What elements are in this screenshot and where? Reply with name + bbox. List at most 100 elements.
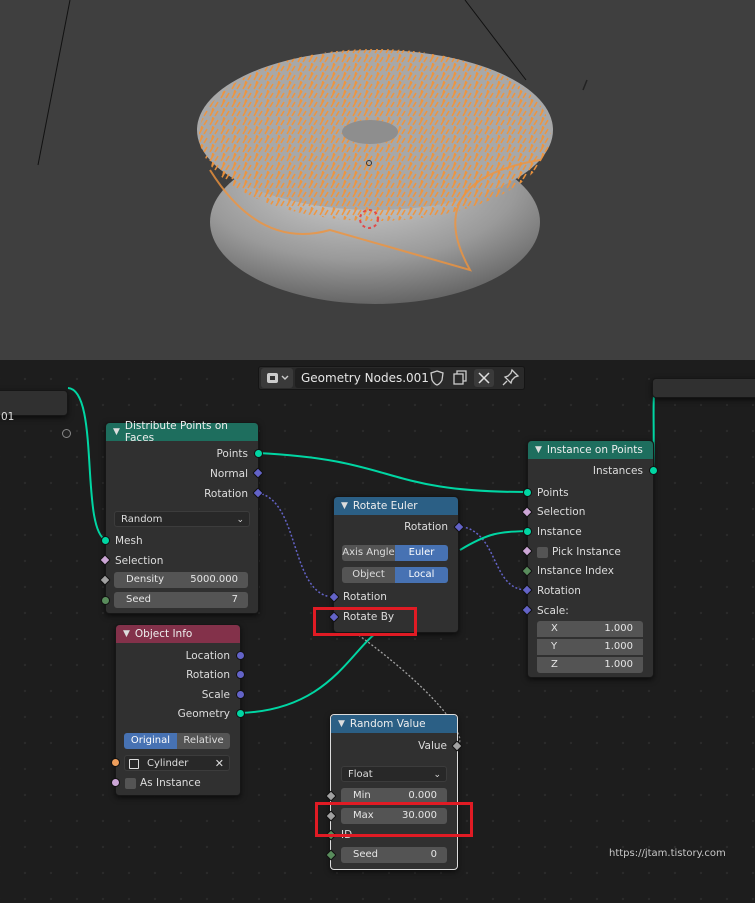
scale-z-value: 1.000 [604,659,633,670]
object-square-icon [129,759,139,769]
output-geometry-label: Geometry [177,708,230,720]
highlight-max [315,802,473,837]
node-tree-icon[interactable] [261,368,293,388]
data-type-dropdown[interactable]: Float ⌄ [341,766,447,782]
original-button[interactable]: Original [124,733,177,749]
rotate-space-toggle[interactable]: Object Local [342,567,448,583]
density-label: Density [126,574,165,585]
checkbox-icon[interactable] [537,546,548,558]
space-object-button[interactable]: Object [342,567,395,583]
instance-on-points-node[interactable]: ▼ Instance on Points Instances Points Se… [527,440,654,678]
output-location-label: Location [185,650,230,662]
scale-x-value: 1.000 [604,623,633,634]
density-field[interactable]: Density 5000.000 [114,572,248,588]
collapse-chevron-icon[interactable]: ▼ [341,501,348,511]
close-icon[interactable] [474,369,494,387]
socket-rotation-out[interactable] [236,670,245,679]
collapse-chevron-icon[interactable]: ▼ [113,427,120,437]
rotate-euler-title[interactable]: ▼ Rotate Euler [334,497,458,515]
link-object-geometry [239,629,381,714]
output-rotation-label: Rotation [404,521,448,533]
watermark-text: https://jtam.tistory.com [609,848,726,859]
scale-x-field[interactable]: X 1.000 [537,621,643,637]
socket-scale-out[interactable] [236,690,245,699]
pick-instance-checkbox[interactable]: Pick Instance [537,544,621,560]
random-value-title[interactable]: ▼ Random Value [331,715,457,733]
object-picker[interactable]: Cylinder ✕ [124,755,230,771]
socket-instances-out[interactable] [649,466,658,475]
stub-label: 01 [1,411,15,423]
donut-hole [342,120,398,144]
duplicate-icon[interactable] [451,370,469,389]
node-editor-header: Geometry Nodes.001 [258,366,525,390]
output-points-label: Points [216,448,248,460]
group-input-node[interactable]: 01 [0,390,71,438]
collapse-chevron-icon[interactable]: ▼ [123,629,130,639]
node-title-text: Instance on Points [546,444,643,456]
seed-label: Seed [353,849,378,860]
output-value-label: Value [418,740,447,752]
input-rotation-label: Rotation [343,591,387,603]
3d-viewport[interactable] [0,0,755,360]
input-scale-label: Scale: [537,605,569,617]
object-name: Cylinder [147,758,189,769]
density-value: 5000.000 [190,574,238,585]
clear-x-icon[interactable]: ✕ [215,756,224,772]
socket-geometry-out[interactable] [236,709,245,718]
node-title-text: Random Value [349,718,426,730]
scale-z-label: Z [551,659,558,670]
seed-value: 0 [430,849,437,860]
mode-axis-angle-button[interactable]: Axis Angle [342,545,395,561]
fake-user-shield-icon[interactable] [429,370,445,389]
distribute-points-node[interactable]: ▼ Distribute Points on Faces Points Norm… [105,420,259,614]
link-geometry-to-mesh [67,387,107,541]
checkbox-icon[interactable] [125,777,136,789]
socket-location-out[interactable] [236,651,245,660]
object-info-title[interactable]: ▼ Object Info [116,625,240,643]
socket-mesh-in[interactable] [101,536,110,545]
socket-instance-in[interactable] [523,527,532,536]
space-local-button[interactable]: Local [395,567,448,583]
output-rotation-label: Rotation [186,669,230,681]
socket-points-out[interactable] [254,449,263,458]
random-seed-field[interactable]: Seed 0 [341,847,447,863]
scale-z-field[interactable]: Z 1.000 [537,657,643,673]
input-selection-label: Selection [115,555,164,567]
camera-guide-line [37,0,71,166]
camera-guide-line [582,79,588,91]
stub-socket[interactable] [62,429,71,438]
seed-field[interactable]: Seed 7 [114,592,248,608]
data-type-value: Float [348,769,373,780]
node-editor[interactable]: 01 Geometry Nodes.001 ▼ Distribute Point… [0,360,755,903]
method-value: Random [121,514,163,525]
mode-euler-button[interactable]: Euler [395,545,448,561]
link-points-to-points [257,452,528,493]
chevron-down-icon: ⌄ [236,515,244,525]
collapse-chevron-icon[interactable]: ▼ [338,719,345,729]
object-info-node[interactable]: ▼ Object Info Location Rotation Scale Ge… [115,624,241,796]
socket-as-instance-in[interactable] [111,778,120,787]
input-selection-label: Selection [537,506,586,518]
group-output-node[interactable] [652,378,755,398]
collapse-chevron-icon[interactable]: ▼ [535,445,542,455]
socket-object-in[interactable] [111,758,120,767]
instance-node-title[interactable]: ▼ Instance on Points [528,441,653,459]
input-instance-index-label: Instance Index [537,565,614,577]
as-instance-checkbox[interactable]: As Instance [125,775,201,791]
socket-seed-in[interactable] [101,596,110,605]
random-value-node[interactable]: ▼ Random Value Value Float ⌄ Min 0.000 Ma… [330,714,458,870]
link-to-instance [459,530,528,551]
pin-icon[interactable] [502,368,520,389]
distribute-method-dropdown[interactable]: Random ⌄ [114,511,250,527]
distribute-node-title[interactable]: ▼ Distribute Points on Faces [106,420,258,444]
scale-y-field[interactable]: Y 1.000 [537,639,643,655]
transform-space-toggle[interactable]: Original Relative [124,733,230,749]
scale-y-value: 1.000 [604,641,633,652]
relative-button[interactable]: Relative [177,733,230,749]
node-title-text: Distribute Points on Faces [124,420,228,444]
rotate-mode-toggle[interactable]: Axis Angle Euler [342,545,448,561]
input-instance-label: Instance [537,526,582,538]
node-tree-name-field[interactable]: Geometry Nodes.001 [295,368,431,388]
node-title-text: Rotate Euler [352,500,418,512]
socket-points-in[interactable] [523,488,532,497]
